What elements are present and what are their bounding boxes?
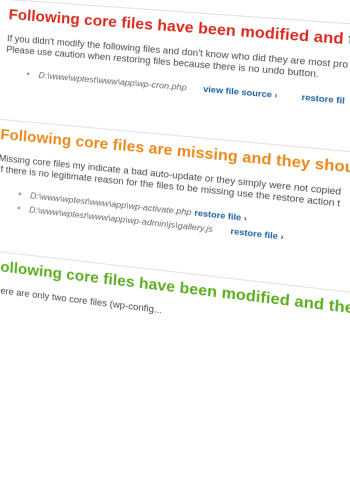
view-file-source-link[interactable]: view file source › xyxy=(203,84,278,101)
restore-file-link[interactable]: restore file › xyxy=(230,226,284,242)
bullet-icon: • xyxy=(26,68,31,80)
core-files-report: Following core files have been modified … xyxy=(0,0,350,481)
restore-file-link[interactable]: restore fil xyxy=(301,92,345,106)
bullet-icon: • xyxy=(16,203,21,214)
file-path: D:\www\wptest\www\app\wp-cron.php xyxy=(38,69,188,93)
bullet-icon: • xyxy=(17,189,22,200)
